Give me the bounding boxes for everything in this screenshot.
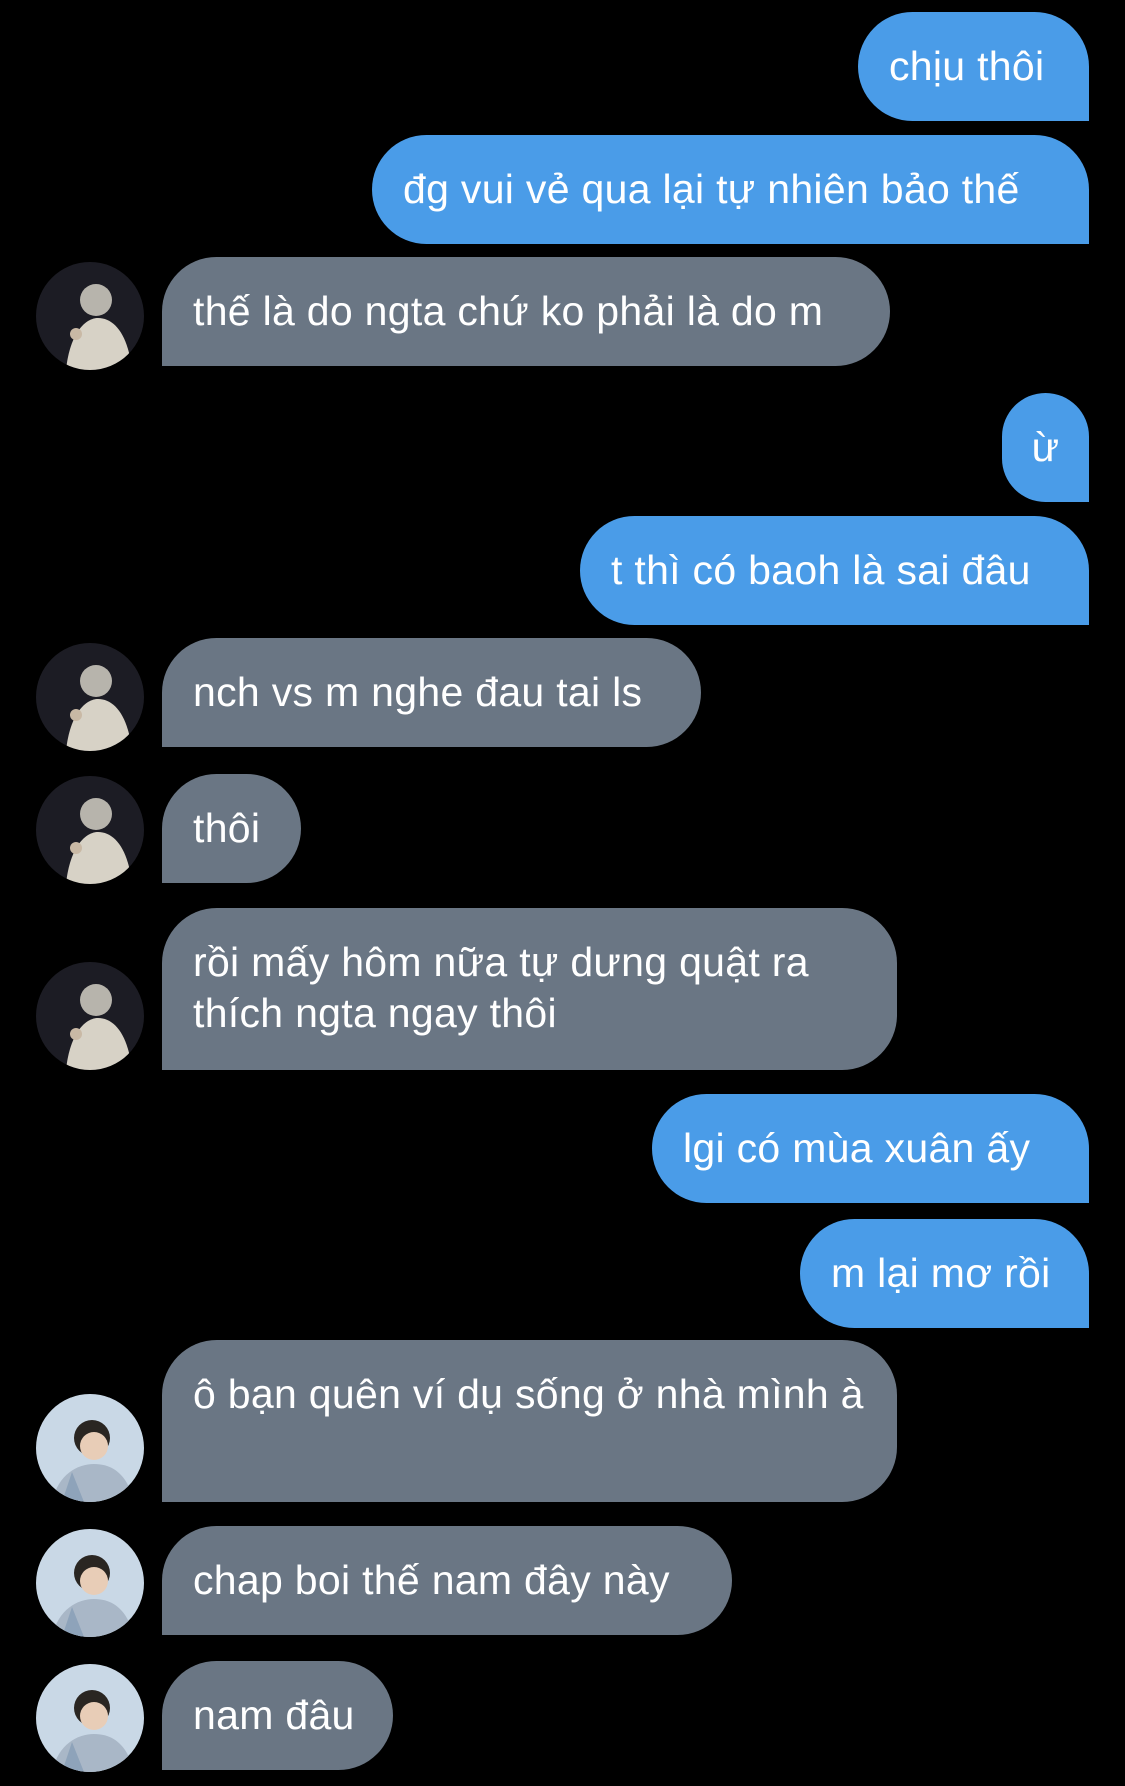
message-text: chịu thôi — [889, 43, 1045, 89]
contact-avatar[interactable] — [36, 776, 144, 884]
message-thread: chịu thôi đg vui vẻ qua lại tự nhiên bảo… — [0, 0, 1125, 1786]
person-photo-icon — [36, 1529, 144, 1637]
contact-avatar[interactable] — [36, 1394, 144, 1502]
message-text: rồi mấy hôm nữa tự dưng quật ra thích ng… — [193, 939, 809, 1036]
person-photo-icon — [36, 962, 144, 1070]
message-text: lgi có mùa xuân ấy — [683, 1125, 1031, 1171]
contact-avatar[interactable] — [36, 962, 144, 1070]
message-text: ô bạn quên ví dụ sống ở nhà mình à — [193, 1371, 864, 1417]
message-text: m lại mơ rồi — [831, 1250, 1051, 1296]
message-text: chap boi thế nam đây này — [193, 1557, 670, 1603]
message-text: thôi — [193, 805, 261, 851]
person-photo-icon — [36, 643, 144, 751]
received-message-bubble[interactable]: rồi mấy hôm nữa tự dưng quật ra thích ng… — [162, 908, 897, 1070]
message-text: t thì có baoh là sai đâu — [611, 547, 1031, 593]
contact-avatar[interactable] — [36, 643, 144, 751]
message-text: ừ — [1031, 424, 1060, 470]
received-message-bubble[interactable]: nam đâu — [162, 1661, 393, 1770]
sent-message-bubble[interactable]: t thì có baoh là sai đâu — [580, 516, 1089, 625]
received-message-bubble[interactable]: ô bạn quên ví dụ sống ở nhà mình à — [162, 1340, 897, 1502]
contact-avatar[interactable] — [36, 1529, 144, 1637]
message-text: nam đâu — [193, 1692, 355, 1738]
sent-message-bubble[interactable]: chịu thôi — [858, 12, 1089, 121]
sent-message-bubble[interactable]: ừ — [1002, 393, 1089, 502]
sent-message-bubble[interactable]: lgi có mùa xuân ấy — [652, 1094, 1089, 1203]
contact-avatar[interactable] — [36, 262, 144, 370]
sent-message-bubble[interactable]: m lại mơ rồi — [800, 1219, 1089, 1328]
received-message-bubble[interactable]: chap boi thế nam đây này — [162, 1526, 732, 1635]
received-message-bubble[interactable]: thôi — [162, 774, 301, 883]
received-message-bubble[interactable]: thế là do ngta chứ ko phải là do m — [162, 257, 890, 366]
person-photo-icon — [36, 262, 144, 370]
person-photo-icon — [36, 1664, 144, 1772]
message-text: đg vui vẻ qua lại tự nhiên bảo thế — [403, 166, 1020, 212]
sent-message-bubble[interactable]: đg vui vẻ qua lại tự nhiên bảo thế — [372, 135, 1089, 244]
message-text: nch vs m nghe đau tai ls — [193, 669, 643, 715]
message-text: thế là do ngta chứ ko phải là do m — [193, 288, 824, 334]
received-message-bubble[interactable]: nch vs m nghe đau tai ls — [162, 638, 701, 747]
person-photo-icon — [36, 1394, 144, 1502]
contact-avatar[interactable] — [36, 1664, 144, 1772]
person-photo-icon — [36, 776, 144, 884]
